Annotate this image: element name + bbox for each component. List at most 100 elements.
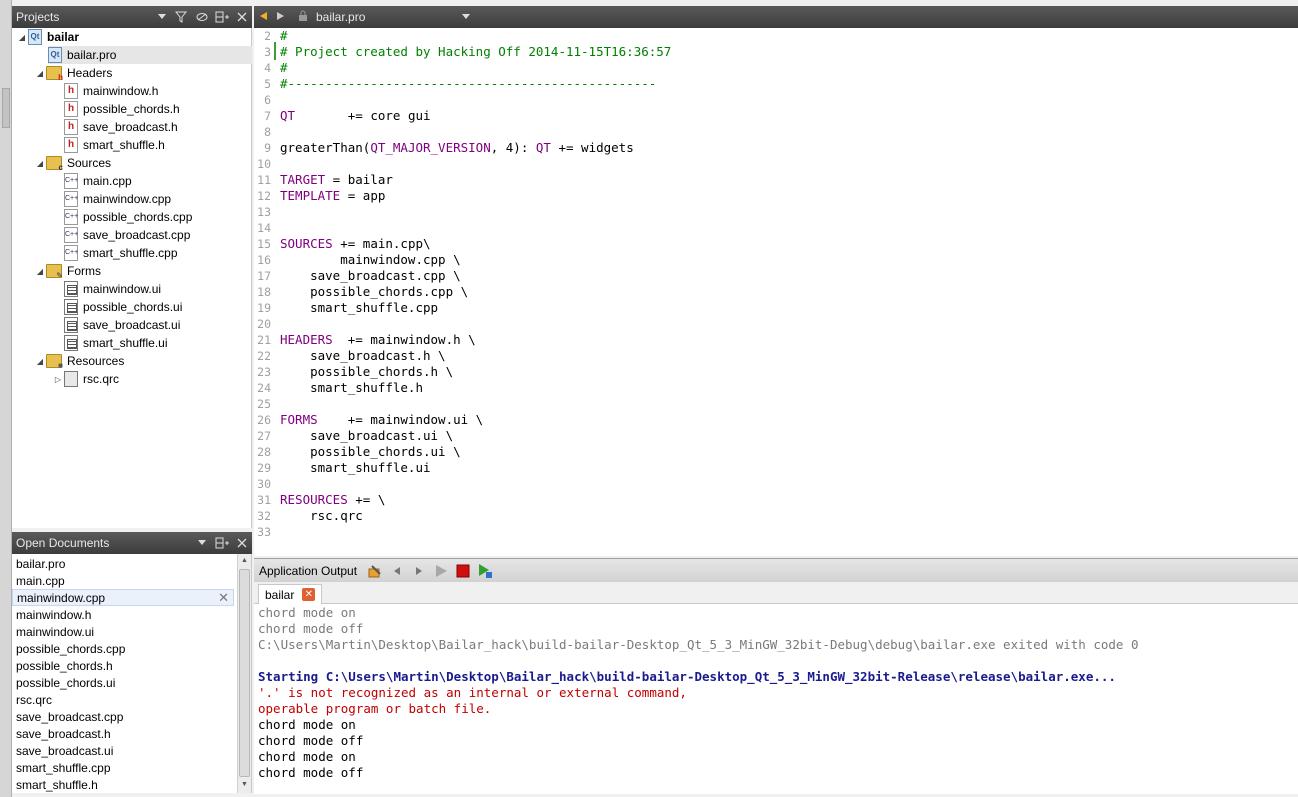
collapse-arrow-icon[interactable]: ◢	[34, 267, 46, 276]
open-document-item[interactable]: possible_chords.h	[12, 657, 234, 674]
open-document-item[interactable]: mainwindow.ui	[12, 623, 234, 640]
open-document-item[interactable]: save_broadcast.h	[12, 725, 234, 742]
filter-icon[interactable]	[172, 7, 192, 27]
mode-strip-handle[interactable]	[2, 88, 10, 128]
back-arrow-icon[interactable]	[254, 11, 272, 24]
application-output[interactable]: chord mode on chord mode off C:\Users\Mart…	[254, 604, 1298, 794]
tree-file[interactable]: h possible_chords.h	[52, 100, 180, 118]
tree-file[interactable]: save_broadcast.ui	[52, 316, 180, 334]
line-number: 17	[257, 269, 271, 283]
close-icon[interactable]	[232, 7, 252, 27]
output-line: chord mode off	[258, 765, 364, 780]
tree-file[interactable]: possible_chords.ui	[52, 298, 182, 316]
tree-folder[interactable]: ◢ h Headers	[34, 64, 112, 82]
forward-arrow-icon[interactable]	[272, 11, 290, 24]
code-line: 30	[254, 476, 280, 492]
scrollbar-thumb[interactable]	[239, 569, 250, 777]
close-document-icon[interactable]: ✕	[218, 590, 229, 606]
tree-file[interactable]: mainwindow.ui	[52, 280, 161, 298]
code-text: save_broadcast.h \	[272, 348, 445, 364]
code-line: 14	[254, 220, 280, 236]
close-icon[interactable]	[232, 533, 252, 553]
line-number: 12	[257, 189, 271, 203]
open-document-item[interactable]: save_broadcast.ui	[12, 742, 234, 759]
open-document-label: mainwindow.h	[16, 607, 92, 622]
attach-debugger-icon[interactable]	[474, 560, 496, 582]
open-document-item[interactable]: rsc.qrc	[12, 691, 234, 708]
tree-item-label: save_broadcast.h	[83, 120, 178, 134]
tree-folder[interactable]: ◢ ✎ Forms	[34, 262, 101, 280]
collapse-arrow-icon[interactable]: ◢	[34, 69, 46, 78]
output-tab-bailar[interactable]: bailar ✕	[258, 584, 323, 604]
code-line: 25	[254, 396, 280, 412]
code-line: 15 SOURCES += main.cpp\	[254, 236, 430, 252]
open-document-item[interactable]: save_broadcast.cpp	[12, 708, 234, 725]
line-number: 32	[257, 509, 271, 523]
next-item-icon[interactable]	[408, 560, 430, 582]
open-document-item[interactable]: possible_chords.ui	[12, 674, 234, 691]
run-icon[interactable]	[430, 560, 452, 582]
open-document-item[interactable]: bailar.pro	[12, 555, 234, 572]
collapse-arrow-icon[interactable]: ◢	[34, 159, 46, 168]
open-document-item[interactable]: mainwindow.cpp ✕	[12, 589, 234, 606]
folder-badge: h	[58, 73, 63, 82]
project-tree: ◢ Qt bailar Qt bailar.pro ◢ h Headers h mainwindo…	[12, 28, 252, 528]
open-document-item[interactable]: mainwindow.h	[12, 606, 234, 623]
tree-item-label: Sources	[67, 156, 112, 170]
split-icon[interactable]	[212, 533, 232, 553]
collapse-arrow-icon[interactable]: ◢	[34, 357, 46, 366]
open-documents-scrollbar[interactable]: ▲ ▼	[237, 554, 251, 793]
chevron-down-icon[interactable]	[456, 7, 476, 27]
open-document-item[interactable]: possible_chords.cpp	[12, 640, 234, 657]
code-line: 20	[254, 316, 280, 332]
code-line: 17 save_broadcast.cpp \	[254, 268, 460, 284]
tree-item-label: save_broadcast.cpp	[83, 228, 191, 242]
stop-icon[interactable]	[452, 560, 474, 582]
split-icon[interactable]	[212, 7, 232, 27]
tree-file[interactable]: C++ main.cpp	[52, 172, 132, 190]
tree-file[interactable]: C++ possible_chords.cpp	[52, 208, 192, 226]
code-line: 24 smart_shuffle.h	[254, 380, 423, 396]
scroll-up-icon[interactable]: ▲	[238, 554, 251, 568]
form-file-icon	[64, 335, 78, 351]
tree-file[interactable]: h smart_shuffle.h	[52, 136, 165, 154]
tree-file[interactable]: h save_broadcast.h	[52, 118, 178, 136]
tree-item-label: smart_shuffle.h	[83, 138, 165, 152]
tree-folder[interactable]: ◢ c Sources	[34, 154, 111, 172]
code-line: 10	[254, 156, 280, 172]
tree-file[interactable]: Qt bailar.pro	[48, 46, 252, 64]
output-line: chord mode on	[258, 749, 356, 764]
tree-file[interactable]: C++ mainwindow.cpp	[52, 190, 171, 208]
link-sync-icon[interactable]	[192, 7, 212, 27]
tree-file[interactable]: h mainwindow.h	[52, 82, 158, 100]
clear-output-icon[interactable]	[364, 560, 386, 582]
scroll-down-icon[interactable]: ▼	[238, 778, 251, 792]
previous-item-icon[interactable]	[386, 560, 408, 582]
line-number: 19	[257, 301, 271, 315]
chevron-down-icon[interactable]	[152, 7, 172, 27]
open-document-item[interactable]: smart_shuffle.h	[12, 776, 234, 793]
code-token: mainwindow.cpp \	[280, 252, 461, 267]
code-token: SOURCES	[280, 236, 333, 251]
tree-folder[interactable]: ◢ Qt bailar	[16, 28, 79, 46]
tree-file[interactable]: ▷ rsc.qrc	[52, 370, 119, 388]
expand-arrow-icon[interactable]: ▷	[52, 375, 64, 384]
open-document-item[interactable]: main.cpp	[12, 572, 234, 589]
code-line: 23 possible_chords.h \	[254, 364, 453, 380]
code-editor[interactable]: 2 #3 # Project created by Hacking Off 2014…	[254, 28, 1298, 556]
chevron-down-icon[interactable]	[192, 533, 212, 553]
open-document-item[interactable]: smart_shuffle.cpp	[12, 759, 234, 776]
close-tab-icon[interactable]: ✕	[302, 588, 316, 601]
tree-file[interactable]: C++ save_broadcast.cpp	[52, 226, 190, 244]
open-document-label: smart_shuffle.cpp	[16, 760, 111, 775]
collapse-arrow-icon[interactable]: ◢	[16, 33, 28, 42]
open-document-label: save_broadcast.ui	[16, 743, 114, 758]
editor-file-name[interactable]: bailar.pro	[316, 10, 456, 24]
code-token: # Project created by Hacking Off 2014-11…	[280, 44, 672, 59]
tree-folder[interactable]: ◢ ■ Resources	[34, 352, 124, 370]
code-text: mainwindow.cpp \	[272, 252, 461, 268]
tree-file[interactable]: smart_shuffle.ui	[52, 334, 168, 352]
tree-file[interactable]: C++ smart_shuffle.cpp	[52, 244, 178, 262]
